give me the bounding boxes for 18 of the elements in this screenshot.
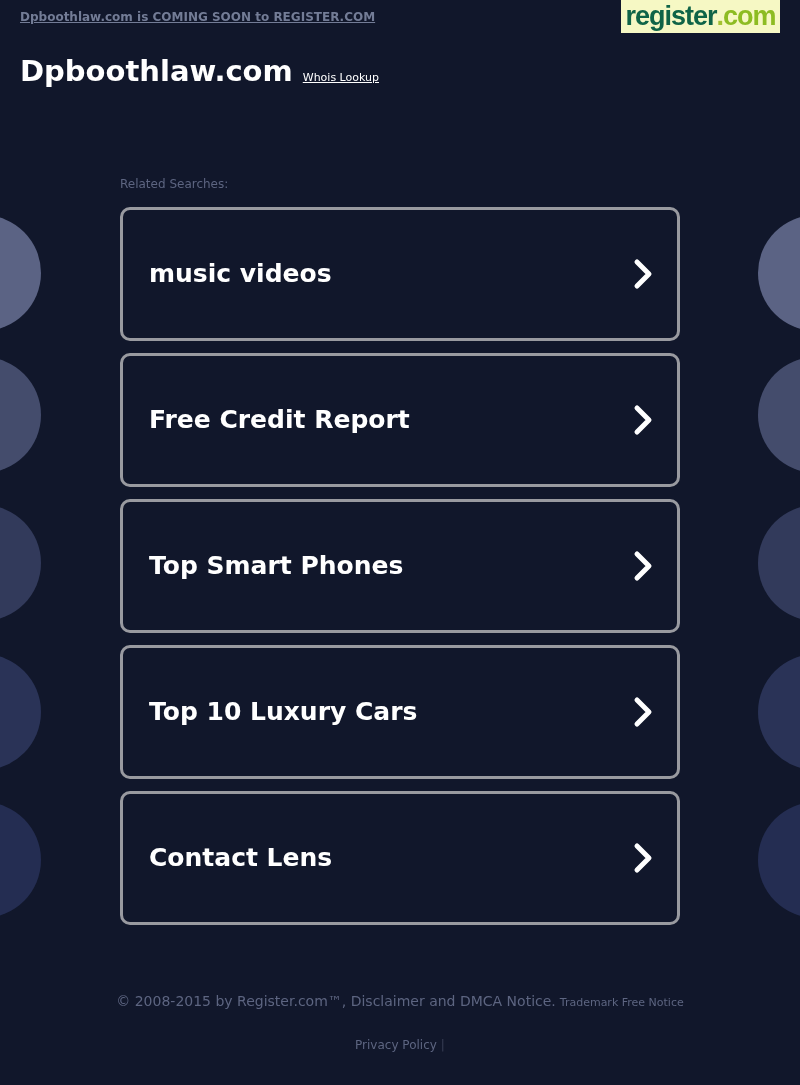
chevron-right-icon (633, 842, 653, 874)
trademark-notice: Trademark Free Notice (559, 995, 684, 1011)
copyright-text: © 2008-2015 by Register.com™, Disclaimer and DMCA Notice. (116, 992, 556, 1011)
chevron-right-icon (633, 404, 653, 436)
register-logo[interactable]: register.com (621, 0, 780, 33)
chevron-right-icon (633, 550, 653, 582)
coming-soon-link[interactable]: Dpboothlaw.com is COMING SOON to REGISTER.COM (20, 10, 376, 24)
search-link[interactable]: Contact Lens (120, 791, 680, 925)
search-link[interactable]: Free Credit Report (120, 353, 680, 487)
separator-text: | (440, 1037, 445, 1054)
search-link[interactable]: Top 10 Luxury Cars (120, 645, 680, 779)
domain-title: Dpboothlaw.com (20, 53, 293, 89)
search-link[interactable]: Top Smart Phones (120, 499, 680, 633)
whois-link[interactable]: Whois Lookup (302, 70, 379, 87)
chevron-right-icon (633, 696, 653, 728)
chevron-right-icon (633, 258, 653, 290)
search-link[interactable]: music videos (120, 207, 680, 341)
related-searches-label: Related Searches: (120, 177, 230, 191)
